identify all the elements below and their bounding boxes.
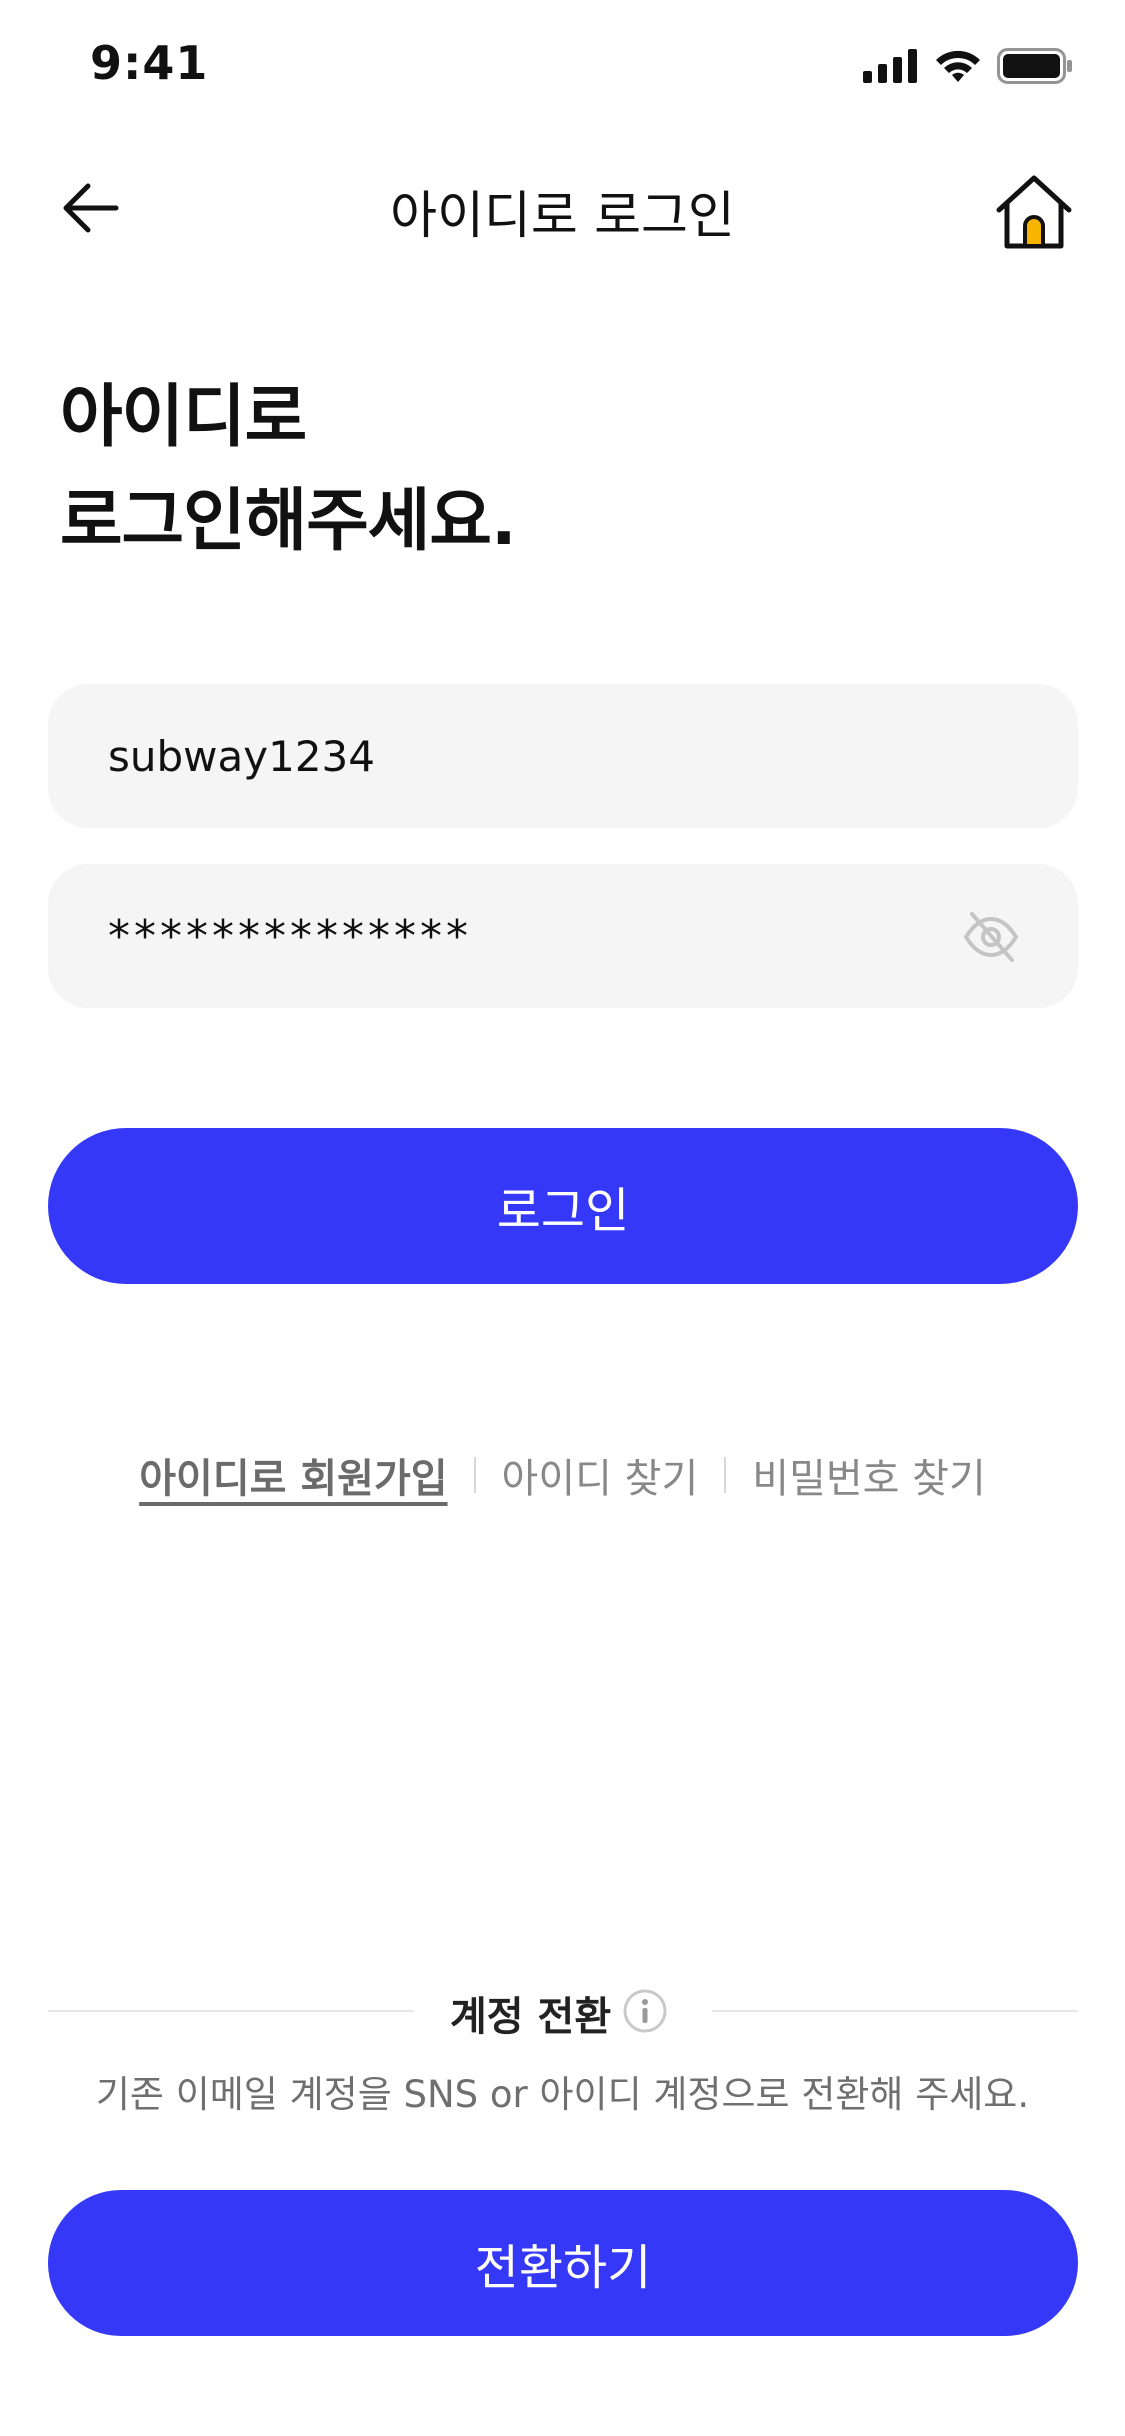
heading-line-1: 아이디로 xyxy=(60,378,307,457)
find-password-link[interactable]: 비밀번호 찾기 xyxy=(752,1446,986,1504)
password-field-container xyxy=(48,864,1078,1008)
home-icon xyxy=(996,175,1072,249)
info-icon xyxy=(623,1989,667,2033)
account-conversion-description: 기존 이메일 계정을 SNS or 아이디 계정으로 전환해 주세요. xyxy=(95,2073,1030,2116)
id-field-container xyxy=(48,684,1078,828)
login-heading: 아이디로 로그인해주세요. xyxy=(60,366,517,574)
status-icons xyxy=(863,44,1073,88)
login-screen: 9:41 아이디로 로그인 아이디로 로그인해주세요. subway1234 *… xyxy=(0,0,1125,2436)
signup-link[interactable]: 아이디로 회원가입 xyxy=(139,1446,447,1504)
divider-right xyxy=(712,2010,1078,2012)
password-input[interactable] xyxy=(108,910,1018,962)
heading-line-2: 로그인해주세요. xyxy=(60,482,517,561)
link-separator xyxy=(473,1457,476,1493)
info-button[interactable] xyxy=(622,1988,668,2034)
find-id-link[interactable]: 아이디 찾기 xyxy=(502,1446,699,1504)
account-links: 아이디로 회원가입 아이디 찾기 비밀번호 찾기 xyxy=(0,1446,1125,1504)
convert-account-button[interactable]: 전환하기 xyxy=(48,2190,1078,2336)
wifi-icon xyxy=(936,50,980,82)
eye-off-icon xyxy=(964,912,1018,962)
status-time: 9:41 xyxy=(90,36,209,90)
id-input[interactable] xyxy=(108,731,1018,781)
link-separator xyxy=(724,1457,727,1493)
signal-icon xyxy=(863,49,917,83)
login-button[interactable]: 로그인 xyxy=(48,1128,1078,1284)
password-visibility-toggle[interactable] xyxy=(962,908,1020,966)
page-title: 아이디로 로그인 xyxy=(390,187,735,246)
battery-icon xyxy=(997,48,1072,84)
home-button[interactable] xyxy=(991,170,1077,256)
account-conversion-title: 계정 전환 xyxy=(450,1994,612,2040)
divider-left xyxy=(48,2010,414,2012)
